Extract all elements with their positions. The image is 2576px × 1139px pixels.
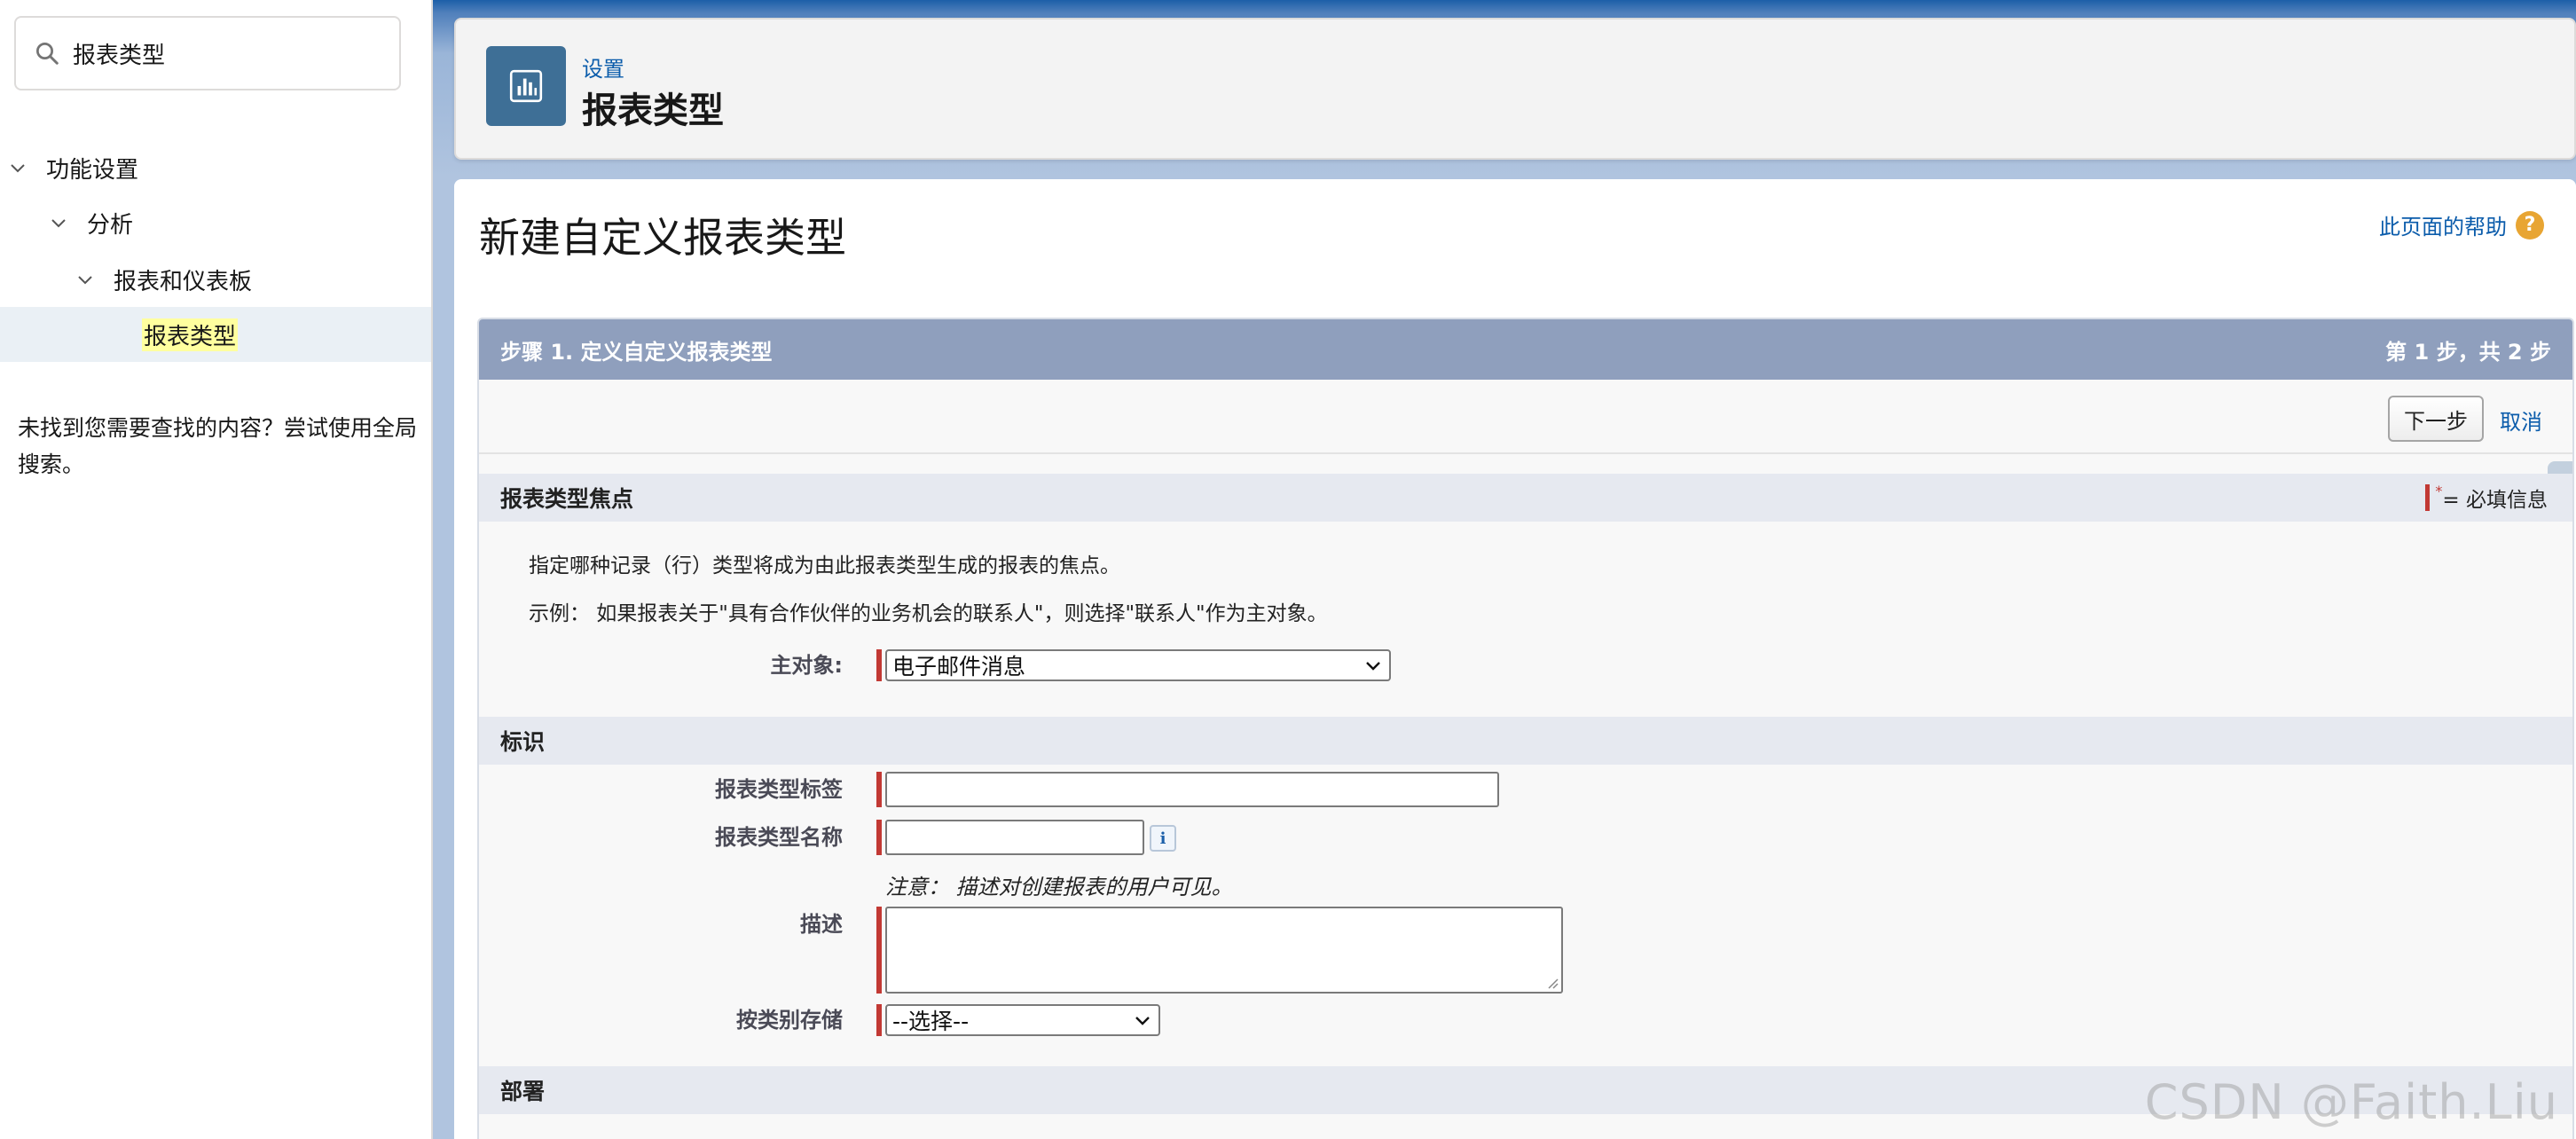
info-icon[interactable]: i <box>1150 825 1176 852</box>
report-type-name-label: 报表类型名称 <box>715 825 843 850</box>
tree-item-report-types[interactable]: 报表类型 <box>0 307 431 362</box>
setup-sidebar: 功能设置 分析 报表和仪表板 报表类型 未找到您需要查找的内容？尝试使用全局搜索… <box>0 0 433 1139</box>
not-found-hint: 未找到您需要查找的内容？尝试使用全局搜索。 <box>18 415 418 477</box>
report-type-label-label: 报表类型标签 <box>715 777 843 802</box>
tree-item-label: 报表和仪表板 <box>114 268 253 295</box>
category-value: --选择-- <box>892 1009 970 1034</box>
description-label: 描述 <box>800 912 843 937</box>
focus-description: 指定哪种记录（行）类型将成为由此报表类型生成的报表的焦点。 <box>529 554 1120 577</box>
required-marker <box>876 907 882 994</box>
page-title: 报表类型 <box>582 90 724 131</box>
step-counter: 第 1 步，共 2 步 <box>2385 339 2551 365</box>
required-star: * <box>2435 483 2443 499</box>
report-chart-icon <box>486 46 566 126</box>
required-legend-label: = 必填信息 <box>2442 489 2548 512</box>
description-note: 注意： 描述对创建报表的用户可见。 <box>885 875 1233 899</box>
report-type-label-input[interactable] <box>885 772 1499 807</box>
tree-item-feature-settings[interactable]: 功能设置 <box>9 140 138 195</box>
primary-object-value: 电子邮件消息 <box>892 654 1026 679</box>
section-title: 报表类型焦点 <box>500 486 634 512</box>
search-icon <box>36 43 59 65</box>
tree-item-analytics[interactable]: 分析 <box>50 195 133 250</box>
tree-item-label: 分析 <box>87 211 134 239</box>
chevron-down-icon <box>1135 1017 1150 1025</box>
question-icon[interactable]: ? <box>2516 210 2544 240</box>
tree-item-label: 功能设置 <box>46 156 139 184</box>
step-title: 步骤 1. 定义自定义报表类型 <box>500 339 773 365</box>
chevron-down-icon <box>1366 662 1380 671</box>
required-marker <box>876 820 882 855</box>
chevron-down-icon[interactable] <box>76 271 94 288</box>
setup-header: 设置 报表类型 <box>454 18 2576 160</box>
section-title: 标识 <box>500 729 546 755</box>
wizard-step: 步骤 1. 定义自定义报表类型 第 1 步，共 2 步 下一步 取消 报表类型焦… <box>477 318 2574 1139</box>
step-header: 步骤 1. 定义自定义报表类型 第 1 步，共 2 步 <box>479 319 2572 380</box>
required-marker <box>2425 484 2431 511</box>
next-button[interactable]: 下一步 <box>2388 396 2484 442</box>
main-content: 新建自定义报表类型 此页面的帮助 ? 步骤 1. 定义自定义报表类型 第 1 步… <box>454 179 2576 1139</box>
category-select[interactable]: --选择-- <box>885 1004 1160 1036</box>
help-link-label[interactable]: 此页面的帮助 <box>2379 209 2507 240</box>
required-marker <box>876 649 882 681</box>
resize-handle-icon[interactable] <box>1547 978 1559 990</box>
required-marker <box>876 1004 882 1036</box>
cancel-link[interactable]: 取消 <box>2500 405 2542 436</box>
category-label: 按类别存储 <box>736 1008 843 1033</box>
required-marker <box>876 772 882 807</box>
help-link[interactable]: 此页面的帮助 ? <box>2379 209 2544 240</box>
primary-object-select[interactable]: 电子邮件消息 <box>885 649 1391 681</box>
watermark: CSDN @Faith.Liu <box>2144 1074 2558 1130</box>
primary-object-label: 主对象: <box>770 653 843 678</box>
chevron-down-icon[interactable] <box>9 159 27 177</box>
tree-item-reports-dashboards[interactable]: 报表和仪表板 <box>76 252 252 307</box>
section-title: 部署 <box>500 1079 546 1104</box>
tree-item-label: 报表类型 <box>142 318 239 351</box>
section-header-identification: 标识 <box>479 717 2572 765</box>
quick-find-input[interactable] <box>73 40 392 67</box>
form-title: 新建自定义报表类型 <box>479 214 846 262</box>
quick-find-box[interactable] <box>14 16 401 90</box>
report-type-name-input[interactable] <box>885 820 1144 855</box>
button-bar: 下一步 取消 <box>479 380 2572 511</box>
chevron-down-icon[interactable] <box>50 214 67 232</box>
section-header-focus: 报表类型焦点 * = 必填信息 <box>479 474 2572 522</box>
required-legend: * = 必填信息 <box>2425 474 2548 522</box>
description-textarea[interactable] <box>885 907 1563 994</box>
breadcrumb[interactable]: 设置 <box>582 51 624 82</box>
focus-example: 示例： 如果报表关于"具有合作伙伴的业务机会的联系人"，则选择"联系人"作为主对… <box>529 602 1328 625</box>
